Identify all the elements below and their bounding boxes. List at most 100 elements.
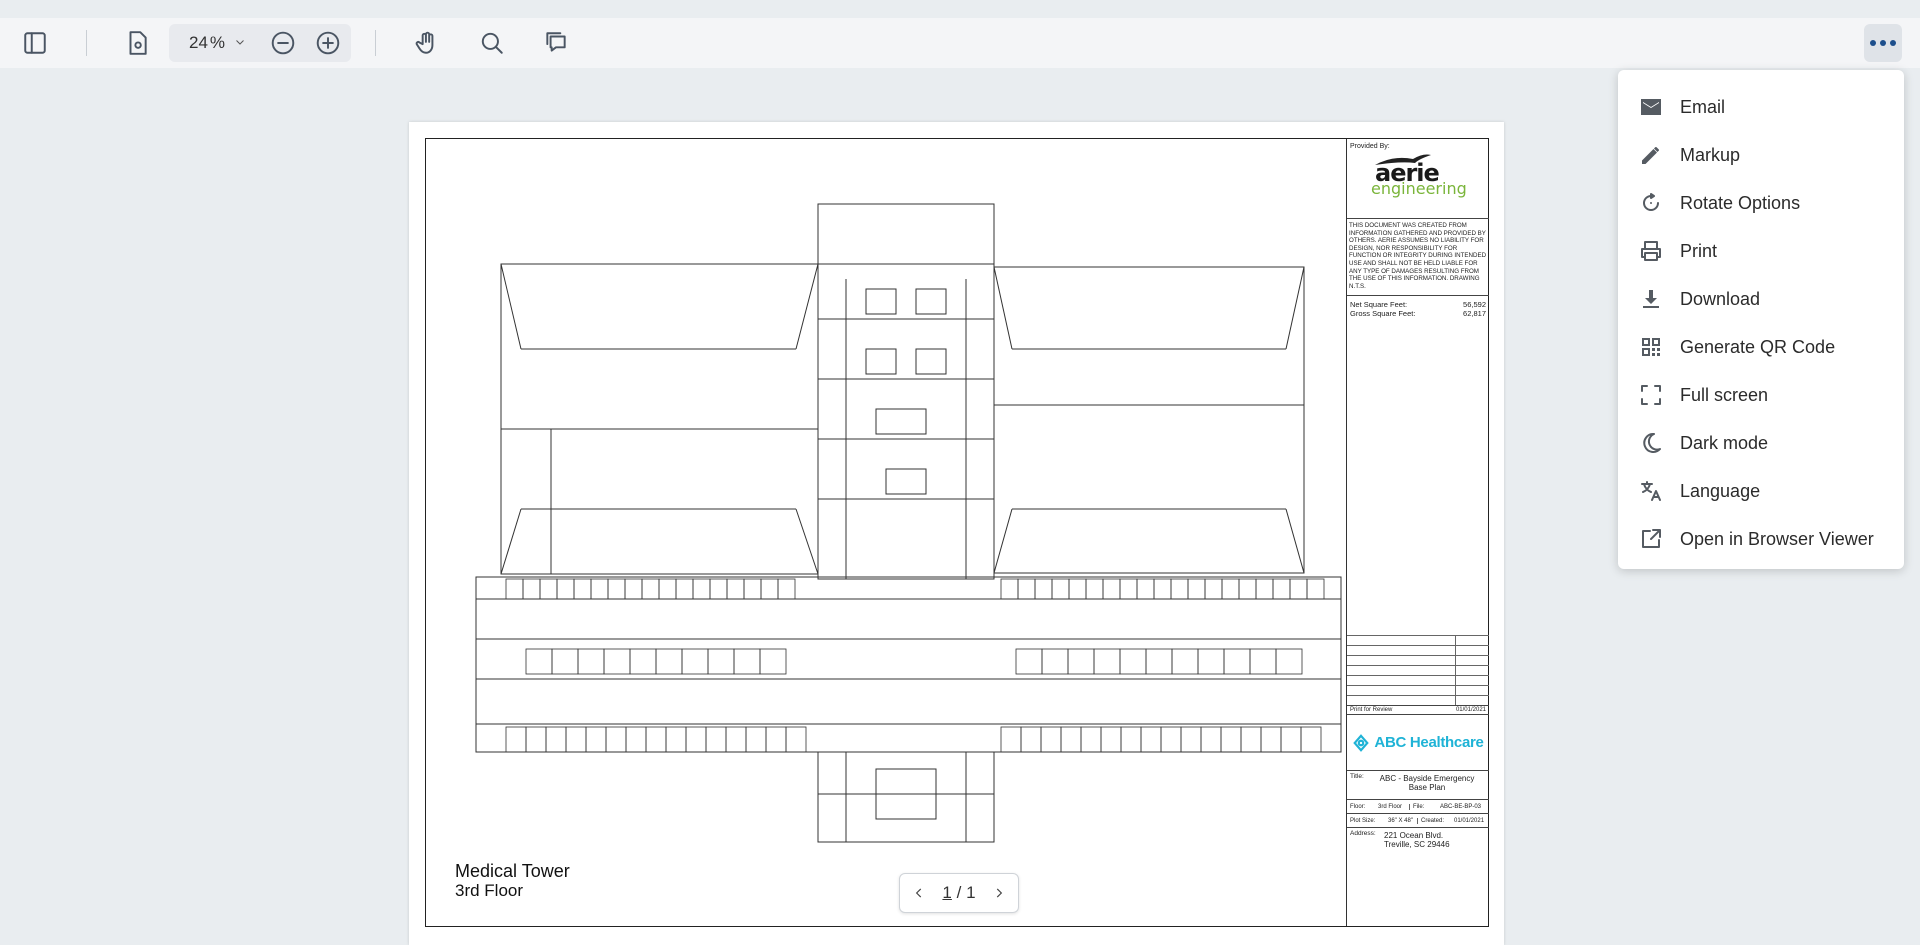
room-cell <box>1200 726 1222 753</box>
document-page: Provided By: aerie engineering THIS DOCU… <box>409 122 1504 945</box>
sheet-border: Provided By: aerie engineering THIS DOCU… <box>425 138 1489 927</box>
menu-item-label: Email <box>1680 96 1726 117</box>
zoom-control: 24% <box>169 24 351 62</box>
room-cell <box>1120 726 1142 753</box>
room-cell <box>624 578 643 600</box>
file-value: ABC-BE-BP-03 <box>1440 803 1482 810</box>
room-cell <box>1197 648 1225 675</box>
more-options-menu: Email Markup Rotate Options Print Downlo… <box>1618 70 1904 569</box>
room-cell <box>685 726 707 753</box>
menu-item-markup[interactable]: Markup <box>1618 131 1904 179</box>
room-cell <box>585 726 607 753</box>
menu-item-email[interactable]: Email <box>1618 83 1904 131</box>
room-cell <box>658 578 677 600</box>
zoom-out-icon[interactable] <box>268 28 298 58</box>
file-label: File: <box>1409 803 1437 810</box>
room-cell <box>1085 578 1104 600</box>
zoom-in-icon[interactable] <box>313 28 343 58</box>
menu-item-rotate-options[interactable]: Rotate Options <box>1618 179 1904 227</box>
room-cell <box>1015 648 1043 675</box>
current-page: 1 <box>942 883 952 902</box>
disclaimer-text: THIS DOCUMENT WAS CREATED FROM INFORMATI… <box>1347 219 1489 296</box>
room-cell <box>1034 578 1053 600</box>
room-cell <box>726 578 745 600</box>
room-cell <box>605 726 627 753</box>
provided-by-section: Provided By: aerie engineering <box>1347 139 1489 219</box>
room-cell <box>1093 648 1121 675</box>
address-label: Address: <box>1350 830 1376 837</box>
zoom-select[interactable]: 24% <box>189 33 246 53</box>
more-options-button[interactable] <box>1864 24 1902 62</box>
room-cell <box>1223 648 1251 675</box>
revision-grid-line <box>1347 645 1489 655</box>
zoom-unit: % <box>209 33 226 52</box>
gross-sqft-value: 62,817 <box>1463 309 1486 318</box>
chevron-right-icon[interactable] <box>992 886 1006 900</box>
sidebar-toggle-icon[interactable] <box>20 28 50 58</box>
menu-item-generate-qr-code[interactable]: Generate QR Code <box>1618 323 1904 371</box>
menu-item-full-screen[interactable]: Full screen <box>1618 371 1904 419</box>
translate-icon <box>1638 478 1664 504</box>
menu-item-dark-mode[interactable]: Dark mode <box>1618 419 1904 467</box>
room-cell <box>607 578 626 600</box>
room-cell <box>551 648 579 675</box>
menu-item-label: Markup <box>1680 144 1741 165</box>
toolbar-divider <box>375 30 376 56</box>
room-cell <box>645 726 667 753</box>
page-indicator[interactable]: 1 / 1 <box>942 883 975 903</box>
more-options-icon <box>1870 40 1876 46</box>
page-settings-icon[interactable] <box>122 28 152 58</box>
room-cell <box>709 578 728 600</box>
caption-subtitle: 3rd Floor <box>455 881 524 900</box>
room-cell <box>1140 726 1162 753</box>
room-cell <box>522 578 541 600</box>
menu-item-open-in-browser-viewer[interactable]: Open in Browser Viewer <box>1618 515 1904 563</box>
external-link-icon <box>1638 526 1664 552</box>
room-cell <box>525 648 553 675</box>
room-cell <box>777 578 796 600</box>
title-label: Title: <box>1350 773 1364 780</box>
menu-item-label: Language <box>1680 480 1761 501</box>
chevron-left-icon[interactable] <box>912 886 926 900</box>
room-cell <box>1275 648 1303 675</box>
menu-item-label: Print <box>1680 240 1718 261</box>
total-pages: 1 <box>966 883 976 902</box>
floor-label: Floor: <box>1350 803 1366 810</box>
revision-grid-line <box>1347 695 1489 705</box>
review-label: Print for Review <box>1350 707 1393 713</box>
comment-icon[interactable] <box>541 28 571 58</box>
search-icon[interactable] <box>477 28 507 58</box>
room-cell <box>1170 578 1189 600</box>
room-cell <box>1102 578 1121 600</box>
menu-item-label: Dark mode <box>1680 432 1769 453</box>
provided-by-label: Provided By: <box>1350 143 1390 150</box>
room-cell <box>1000 578 1019 600</box>
room-cell <box>745 726 767 753</box>
room-cell <box>1020 726 1042 753</box>
room-cell <box>545 726 567 753</box>
more-options-dot <box>1890 40 1896 46</box>
address-line2: Treville, SC 29446 <box>1384 840 1450 849</box>
email-icon <box>1638 94 1664 120</box>
room-cell <box>760 578 779 600</box>
download-icon <box>1638 286 1664 312</box>
qr-code-icon <box>1638 334 1664 360</box>
floor-file-row: Floor: 3rd Floor File: ABC-BE-BP-03 <box>1347 800 1489 814</box>
plot-value: 36" X 48" <box>1388 817 1413 824</box>
printer-icon <box>1638 238 1664 264</box>
page-navigator: 1 / 1 <box>899 873 1019 913</box>
menu-item-language[interactable]: Language <box>1618 467 1904 515</box>
room-cell <box>675 578 694 600</box>
room-cell <box>1000 726 1022 753</box>
room-cell <box>785 726 807 753</box>
title-value-line2: Base Plan <box>1408 783 1446 792</box>
title-field: Title: ABC - Bayside Emergency Base Plan <box>1347 771 1489 800</box>
menu-item-download[interactable]: Download <box>1618 275 1904 323</box>
more-options-dot <box>1880 40 1886 46</box>
pan-hand-icon[interactable] <box>412 28 442 58</box>
revision-grid-line <box>1347 675 1489 685</box>
room-cell <box>1145 648 1173 675</box>
menu-item-print[interactable]: Print <box>1618 227 1904 275</box>
plot-created-row: Plot Size: 36" X 48" Created: 01/01/2021 <box>1347 814 1489 828</box>
floor-plan-drawing <box>446 179 1346 879</box>
